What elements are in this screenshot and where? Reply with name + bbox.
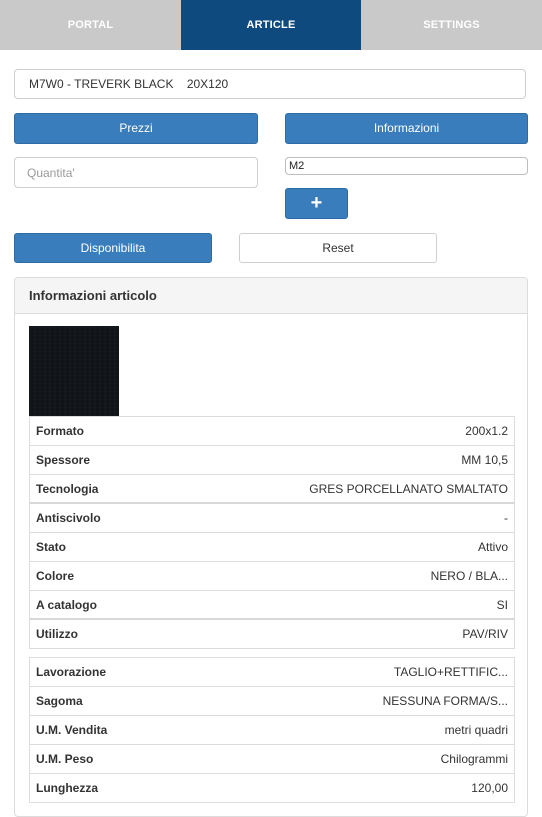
detail-value: TAGLIO+RETTIFIC... xyxy=(393,665,508,679)
spec-label: A catalogo xyxy=(36,598,97,612)
add-button[interactable]: + xyxy=(285,188,348,219)
spec-value: NERO / BLA... xyxy=(430,569,508,583)
spec-value: SI xyxy=(496,598,508,612)
detail-value: 120,00 xyxy=(471,781,508,795)
unit-field[interactable]: M2 xyxy=(285,157,528,175)
spec-value: Attivo xyxy=(477,540,508,554)
table-row: Lavorazione TAGLIO+RETTIFIC... xyxy=(30,658,514,687)
panel-title: Informazioni articolo xyxy=(15,278,527,314)
spec-label: Formato xyxy=(36,424,84,438)
article-thumbnail xyxy=(29,326,119,416)
quantity-input[interactable] xyxy=(14,157,258,188)
spec-label: Spessore xyxy=(36,453,91,467)
details-table: Lavorazione TAGLIO+RETTIFIC... Sagoma NESS… xyxy=(29,657,515,803)
detail-label: Lavorazione xyxy=(36,665,107,679)
spec-label: Stato xyxy=(36,540,66,554)
table-row: Formato 200x1.2 xyxy=(30,417,514,446)
spec-value: MM 10,5 xyxy=(461,453,508,467)
table-row: Sagoma NESSUNA FORMA/S... xyxy=(30,687,514,716)
article-info-panel: Informazioni articolo Formato 200x1.2 Spe… xyxy=(14,277,528,817)
table-row: U.M. Vendita metri quadri xyxy=(30,716,514,745)
detail-label: U.M. Vendita xyxy=(36,723,108,737)
spec-value: - xyxy=(504,511,508,525)
tab-settings[interactable]: SETTINGS xyxy=(361,0,542,50)
detail-value: NESSUNA FORMA/S... xyxy=(382,694,508,708)
detail-label: Sagoma xyxy=(36,694,83,708)
article-code-field[interactable]: M7W0 - TREVERK BLACK 20X120 xyxy=(14,69,526,99)
reset-button[interactable]: Reset xyxy=(239,233,437,263)
table-row: Tecnologia GRES PORCELLANATO SMALTATO xyxy=(30,475,514,504)
tab-portal[interactable]: PORTAL xyxy=(0,0,181,50)
detail-value: metri quadri xyxy=(444,723,508,737)
spec-label: Antiscivolo xyxy=(36,511,101,525)
spec-value: PAV/RIV xyxy=(462,627,508,641)
table-row: A catalogo SI xyxy=(30,591,514,620)
table-row: Antiscivolo - xyxy=(30,504,514,533)
table-row: U.M. Peso Chilogrammi xyxy=(30,745,514,774)
table-row: Colore NERO / BLA... xyxy=(30,562,514,591)
spec-value: GRES PORCELLANATO SMALTATO xyxy=(309,482,508,496)
informazioni-button[interactable]: Informazioni xyxy=(285,113,528,144)
table-row: Stato Attivo xyxy=(30,533,514,562)
prezzi-button[interactable]: Prezzi xyxy=(14,113,258,144)
spec-label: Colore xyxy=(36,569,75,583)
detail-label: U.M. Peso xyxy=(36,752,94,766)
tab-article[interactable]: ARTICLE xyxy=(181,0,361,50)
spec-label: Utilizzo xyxy=(36,627,78,641)
disponibilita-button[interactable]: Disponibilita xyxy=(14,233,212,263)
table-row: Lunghezza 120,00 xyxy=(30,774,514,803)
table-row: Utilizzo PAV/RIV xyxy=(30,620,514,649)
spec-label: Tecnologia xyxy=(36,482,99,496)
plus-icon: + xyxy=(310,192,323,214)
detail-label: Lunghezza xyxy=(36,781,98,795)
spec-value: 200x1.2 xyxy=(465,424,508,438)
tab-bar: PORTAL ARTICLE SETTINGS xyxy=(0,0,542,50)
detail-value: Chilogrammi xyxy=(440,752,508,766)
table-row: Spessore MM 10,5 xyxy=(30,446,514,475)
specs-table: Formato 200x1.2 Spessore MM 10,5 Tecnologi… xyxy=(29,416,515,649)
